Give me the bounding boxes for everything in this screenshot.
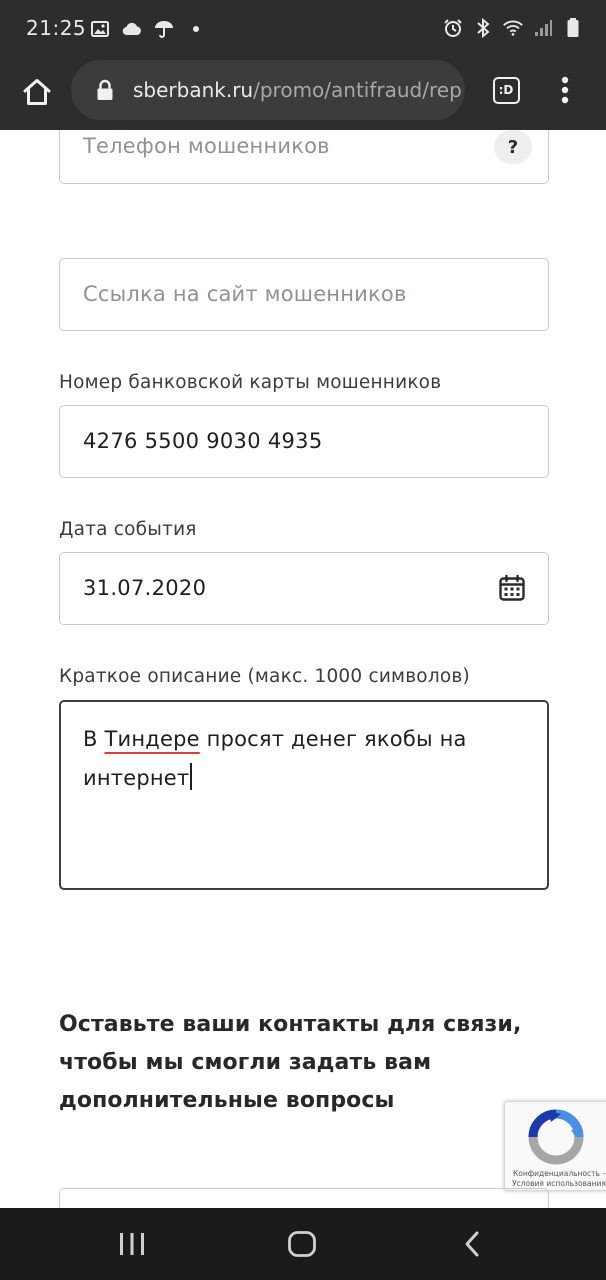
url-text: sberbank.ru/promo/antifraud/rep: [133, 78, 462, 102]
contact-field[interactable]: [59, 1188, 549, 1208]
lock-icon: [95, 78, 115, 102]
image-icon: [89, 18, 111, 40]
back-button[interactable]: [452, 1226, 492, 1262]
home-button[interactable]: [16, 71, 58, 113]
recents-icon: [120, 1233, 144, 1255]
bluetooth-icon: [472, 17, 494, 39]
dot-icon: [185, 18, 207, 40]
cloud-icon: [121, 18, 143, 40]
card-value: 4276 5500 9030 4935: [83, 429, 323, 453]
battery-icon: [562, 17, 584, 39]
alarm-icon: [442, 17, 464, 39]
card-label: Номер банковской карты мошенников: [59, 372, 442, 393]
home-icon: [23, 79, 51, 105]
misspelled-word: Тиндере: [104, 727, 200, 751]
description-prefix: В: [83, 727, 105, 751]
system-nav-bar: [0, 1208, 606, 1280]
site-placeholder: Ссылка на сайт мошенников: [83, 282, 407, 306]
site-field[interactable]: Ссылка на сайт мошенников: [59, 258, 549, 331]
card-field[interactable]: 4276 5500 9030 4935: [59, 405, 549, 478]
date-field[interactable]: 31.07.2020: [59, 552, 549, 625]
tabs-badge: :D: [492, 76, 520, 104]
help-button[interactable]: ?: [494, 130, 532, 164]
home-nav-button[interactable]: [282, 1226, 322, 1262]
phone-placeholder: Телефон мошенников: [83, 134, 330, 158]
recaptcha-badge[interactable]: Конфиденциальность - Условия использовани…: [504, 1101, 606, 1191]
question-icon: ?: [507, 136, 519, 158]
tabs-button[interactable]: :D: [488, 72, 524, 108]
date-label: Дата события: [59, 519, 197, 540]
back-icon: [465, 1231, 479, 1257]
recaptcha-privacy-link[interactable]: Конфиденциальность -: [513, 1169, 605, 1178]
more-vert-icon: [561, 76, 569, 104]
browser-toolbar: sberbank.ru/promo/antifraud/rep :D: [0, 58, 606, 130]
page-content: Телефон мошенников ? Ссылка на сайт моше…: [0, 130, 606, 1208]
description-text: В Тиндере просят денег якобы на интернет: [83, 720, 523, 798]
recaptcha-text: Конфиденциальность - Условия использовани…: [509, 1169, 606, 1189]
description-label: Краткое описание (макс. 1000 символов): [59, 666, 470, 687]
calendar-icon[interactable]: [498, 574, 526, 602]
status-icons-left: [89, 18, 207, 40]
home-circle-icon: [288, 1231, 316, 1257]
url-domain: sberbank.ru: [133, 78, 254, 102]
phone-field[interactable]: Телефон мошенников ?: [59, 130, 549, 184]
recaptcha-terms-link[interactable]: Условия использования: [512, 1179, 606, 1188]
signal-icon: [532, 17, 554, 39]
contacts-section-title: Оставьте ваши контакты для связи, чтобы …: [59, 1012, 522, 1113]
url-path: /promo/antifraud/rep: [253, 78, 462, 102]
umbrella-icon: [153, 18, 175, 40]
address-bar[interactable]: sberbank.ru/promo/antifraud/rep: [71, 60, 465, 120]
status-bar: 21:25: [0, 0, 606, 58]
wifi-icon: [502, 17, 524, 39]
recaptcha-icon: [528, 1109, 584, 1165]
status-time: 21:25: [26, 16, 87, 40]
description-textarea[interactable]: В Тиндере просят денег якобы на интернет: [59, 700, 549, 890]
text-caret: [190, 763, 192, 790]
overflow-menu-button[interactable]: [548, 70, 582, 110]
date-value: 31.07.2020: [83, 576, 207, 600]
status-icons-right: [442, 17, 584, 39]
recent-apps-button[interactable]: [112, 1226, 152, 1262]
